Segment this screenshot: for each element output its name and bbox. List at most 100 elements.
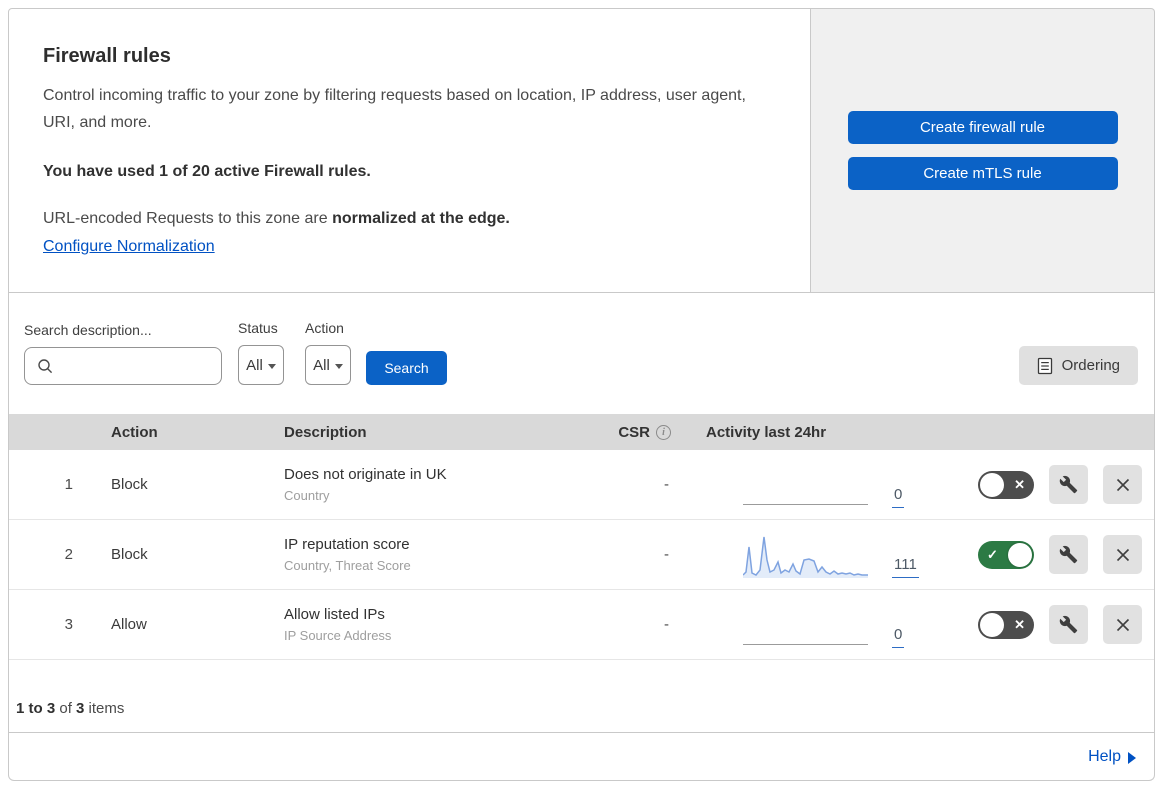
wrench-icon xyxy=(1059,615,1078,634)
rule-fields: Country, Threat Score xyxy=(284,558,411,573)
help-row: Help xyxy=(9,732,1154,780)
toggle-knob xyxy=(980,472,1004,497)
check-icon: ✓ xyxy=(987,546,998,562)
item-range: 1 to 3 xyxy=(16,700,56,717)
ordering-button-label: Ordering xyxy=(1061,357,1120,374)
status-select[interactable]: All xyxy=(238,345,284,385)
rule-csr-value: - xyxy=(664,546,669,563)
x-icon: ✕ xyxy=(1014,616,1025,632)
flat-activity-line xyxy=(743,503,868,505)
sparkline-chart xyxy=(743,536,868,578)
rule-description: IP reputation score Country, Threat Scor… xyxy=(284,536,599,573)
ordering-button[interactable]: Ordering xyxy=(1018,346,1138,385)
wrench-icon xyxy=(1059,475,1078,494)
table-row: 2 Block IP reputation score Country, Thr… xyxy=(9,520,1154,590)
status-selected-value: All xyxy=(246,356,263,374)
action-label: Action xyxy=(305,320,344,336)
page-description: Control incoming traffic to your zone by… xyxy=(43,87,746,131)
column-header-csr: CSR i xyxy=(599,424,679,441)
header-card: Firewall rules Control incoming traffic … xyxy=(8,8,811,293)
page-title: Firewall rules xyxy=(43,45,171,67)
chevron-down-icon xyxy=(267,363,276,369)
firewall-rules-page: Firewall rules Control incoming traffic … xyxy=(0,0,1161,791)
help-label: Help xyxy=(1088,747,1121,765)
items-text: items xyxy=(84,700,125,717)
edit-rule-button[interactable] xyxy=(1049,605,1088,644)
rule-action: Allow xyxy=(111,616,147,633)
close-icon xyxy=(1116,478,1129,491)
rule-controls: ✓ ✕ xyxy=(929,465,1154,504)
action-filter-group: Action All xyxy=(305,320,351,385)
info-icon[interactable]: i xyxy=(656,424,671,440)
rules-table: Action Description CSR i Activity last 2… xyxy=(9,414,1154,660)
column-header-activity: Activity last 24hr xyxy=(706,423,827,441)
normalization-bold: normalized at the edge. xyxy=(332,210,510,227)
pagination-summary: 1 to 3 of 3 items xyxy=(9,660,1154,732)
search-label: Search description... xyxy=(24,322,152,338)
close-icon xyxy=(1116,548,1129,561)
activity-sparkline xyxy=(743,532,868,578)
action-select[interactable]: All xyxy=(305,345,351,385)
rule-controls: ✓ ✕ xyxy=(929,535,1154,574)
rule-activity: 0 xyxy=(679,462,929,508)
close-icon xyxy=(1116,618,1129,631)
top-section: Firewall rules Control incoming traffic … xyxy=(8,8,1155,293)
flat-activity-line xyxy=(743,643,868,645)
rule-title[interactable]: Does not originate in UK xyxy=(284,466,599,483)
activity-count-link[interactable]: 0 xyxy=(892,486,905,508)
rule-action: Block xyxy=(111,476,148,493)
table-header-row: Action Description CSR i Activity last 2… xyxy=(9,414,1154,450)
activity-sparkline xyxy=(743,602,868,648)
delete-rule-button[interactable] xyxy=(1103,535,1142,574)
chevron-down-icon xyxy=(334,363,343,369)
delete-rule-button[interactable] xyxy=(1103,465,1142,504)
rule-priority: 1 xyxy=(64,476,73,493)
rule-enabled-toggle[interactable]: ✓ ✕ xyxy=(978,470,1034,499)
filter-bar: Search description... Status All Action xyxy=(9,293,1154,385)
rule-enabled-toggle[interactable]: ✓ ✕ xyxy=(978,610,1034,639)
toggle-knob xyxy=(980,612,1004,637)
rule-fields: IP Source Address xyxy=(284,628,392,643)
rule-title[interactable]: IP reputation score xyxy=(284,536,599,553)
search-group: Search description... xyxy=(24,322,222,385)
usage-note: You have used 1 of 20 active Firewall ru… xyxy=(43,163,371,180)
rule-title[interactable]: Allow listed IPs xyxy=(284,606,599,623)
rule-action: Block xyxy=(111,546,148,563)
search-icon xyxy=(38,359,53,374)
rules-card: Search description... Status All Action xyxy=(8,293,1155,781)
rule-controls: ✓ ✕ xyxy=(929,605,1154,644)
search-button[interactable]: Search xyxy=(366,351,447,385)
toggle-knob xyxy=(1008,542,1032,567)
normalization-note: URL-encoded Requests to this zone are no… xyxy=(43,210,776,228)
status-label: Status xyxy=(238,320,278,336)
status-filter-group: Status All xyxy=(238,320,284,385)
help-link[interactable]: Help xyxy=(1088,748,1136,766)
create-mtls-rule-button[interactable]: Create mTLS rule xyxy=(847,157,1118,190)
column-header-action: Action xyxy=(111,423,158,441)
configure-normalization-link[interactable]: Configure Normalization xyxy=(43,238,215,256)
table-row: 3 Allow Allow listed IPs IP Source Addre… xyxy=(9,590,1154,660)
rule-activity: 0 xyxy=(679,602,929,648)
column-header-description: Description xyxy=(284,423,367,441)
rule-csr-value: - xyxy=(664,616,669,633)
edit-rule-button[interactable] xyxy=(1049,465,1088,504)
search-box xyxy=(24,347,222,385)
activity-sparkline xyxy=(743,462,868,508)
x-icon: ✕ xyxy=(1014,476,1025,492)
create-firewall-rule-button[interactable]: Create firewall rule xyxy=(847,111,1118,144)
of-text: of xyxy=(55,700,77,717)
table-row: 1 Block Does not originate in UK Country… xyxy=(9,450,1154,520)
edit-rule-button[interactable] xyxy=(1049,535,1088,574)
rule-description: Allow listed IPs IP Source Address xyxy=(284,606,599,643)
delete-rule-button[interactable] xyxy=(1103,605,1142,644)
activity-count-link[interactable]: 111 xyxy=(892,556,919,578)
activity-count-link[interactable]: 0 xyxy=(892,626,905,648)
ordered-list-icon xyxy=(1037,357,1052,374)
rule-activity: 111 xyxy=(679,532,929,578)
wrench-icon xyxy=(1059,545,1078,564)
rule-csr-value: - xyxy=(664,476,669,493)
rule-enabled-toggle[interactable]: ✓ ✕ xyxy=(978,540,1034,569)
arrow-right-icon xyxy=(1128,751,1136,764)
rule-priority: 3 xyxy=(64,616,73,633)
rule-description: Does not originate in UK Country xyxy=(284,466,599,503)
